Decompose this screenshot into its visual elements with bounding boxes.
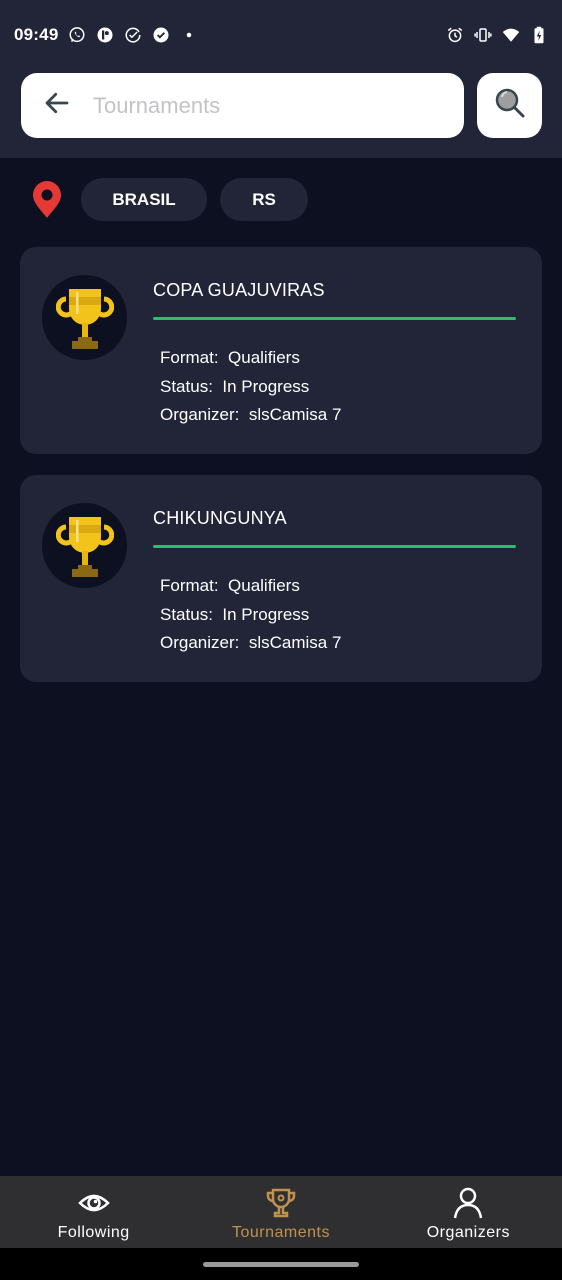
status-value: In Progress	[222, 604, 310, 624]
status-row: Status: In Progress	[160, 601, 341, 630]
home-gesture-bar[interactable]	[203, 1262, 359, 1267]
status-value: In Progress	[222, 376, 310, 396]
map-pin-icon	[31, 178, 63, 221]
nav-label: Tournaments	[231, 1224, 330, 1241]
format-label: Format:	[160, 348, 219, 367]
organizer-label: Organizer:	[160, 405, 240, 424]
status-label: Status:	[160, 376, 213, 396]
wifi-icon	[502, 26, 520, 44]
search-input[interactable]	[93, 92, 433, 119]
tournament-avatar	[42, 275, 127, 360]
status-label: Status:	[160, 604, 213, 624]
arrow-left-icon	[42, 88, 72, 123]
tournament-card[interactable]: CHIKUNGUNYA Format: Qualifiers Status: I…	[20, 475, 542, 682]
tournament-name: CHIKUNGUNYA	[153, 508, 287, 528]
alarm-icon	[446, 26, 464, 44]
tournament-name: COPA GUAJUVIRAS	[153, 280, 325, 300]
nav-organizers[interactable]: Organizers	[375, 1176, 562, 1248]
divider	[153, 317, 516, 320]
check-circle-filled-icon	[152, 26, 170, 44]
tournament-avatar	[42, 503, 127, 588]
trophy-icon	[55, 516, 114, 577]
eye-icon	[77, 1186, 111, 1220]
battery-charging-icon	[530, 26, 548, 44]
status-row: Status: In Progress	[160, 373, 341, 402]
back-button[interactable]	[25, 73, 89, 138]
organizer-value: slsCamisa 7	[248, 405, 342, 424]
nav-following[interactable]: Following	[0, 1176, 187, 1248]
search-button[interactable]	[477, 73, 542, 138]
format-value: Qualifiers	[228, 576, 300, 595]
state-chip[interactable]: RS	[220, 178, 308, 221]
system-icons	[446, 26, 548, 44]
organizer-value: slsCamisa 7	[248, 633, 342, 652]
divider	[153, 545, 516, 548]
country-chip[interactable]: BRASIL	[81, 178, 207, 221]
format-label: Format:	[160, 576, 219, 595]
magnifier-icon	[493, 86, 527, 125]
organizer-row: Organizer: slsCamisa 7	[160, 629, 341, 658]
nav-label: Following	[57, 1224, 130, 1241]
person-icon	[451, 1186, 485, 1220]
check-circle-outline-icon	[124, 26, 142, 44]
format-value: Qualifiers	[228, 348, 300, 367]
notification-icons	[68, 26, 198, 44]
vibrate-icon	[474, 26, 492, 44]
gesture-area	[0, 1248, 562, 1280]
status-time: 09:49	[14, 25, 59, 44]
nav-tournaments[interactable]: Tournaments	[187, 1176, 374, 1248]
organizer-row: Organizer: slsCamisa 7	[160, 401, 341, 430]
app-p-icon	[96, 26, 114, 44]
bottom-navigation: Following Tournaments Organizers	[0, 1176, 562, 1248]
trophy-outline-icon	[264, 1186, 298, 1220]
search-bar	[21, 73, 464, 138]
whatsapp-icon	[68, 26, 86, 44]
app-header: 09:49	[0, 0, 562, 158]
format-row: Format: Qualifiers	[160, 344, 341, 373]
tournament-card[interactable]: COPA GUAJUVIRAS Format: Qualifiers Statu…	[20, 247, 542, 454]
location-filter: BRASIL RS	[0, 178, 562, 221]
organizer-label: Organizer:	[160, 633, 240, 652]
nav-label: Organizers	[426, 1224, 510, 1241]
tournament-details: Format: Qualifiers Status: In Progress O…	[160, 344, 341, 430]
trophy-icon	[55, 288, 114, 349]
status-bar: 09:49	[0, 18, 562, 52]
format-row: Format: Qualifiers	[160, 572, 341, 601]
dot-icon	[180, 26, 198, 44]
tournament-details: Format: Qualifiers Status: In Progress O…	[160, 572, 341, 658]
